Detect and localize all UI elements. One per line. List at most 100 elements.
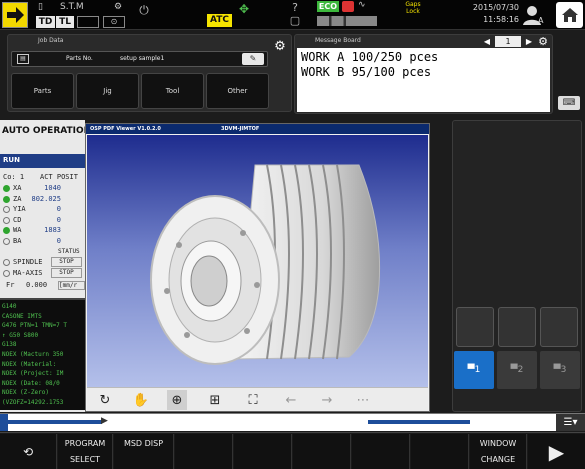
job-settings-button[interactable]: ⚙: [272, 40, 288, 54]
window-tab-1[interactable]: ▀1: [454, 351, 494, 389]
coordinate-label: Co: 1: [3, 173, 25, 181]
timeline-play-icon: ▶: [101, 416, 108, 426]
program-line: NOEX (Z-Zero): [2, 389, 49, 397]
other-button-label: Other: [227, 87, 248, 95]
rotate-icon: ↻: [99, 392, 111, 408]
parts-no-row: ▤ Parts No. setup sample1 ✎: [11, 51, 268, 67]
axis-indicator-icon: [3, 227, 10, 234]
zoom-button[interactable]: ⊕: [167, 390, 187, 410]
pdf-viewer-titlebar[interactable]: OSP PDF Viewer V1.0.2.0 3DVM-JIMTOF: [86, 124, 429, 134]
more-button[interactable]: ⋯: [353, 390, 373, 410]
window-change-softkey[interactable]: WINDOW CHANGE: [470, 434, 527, 469]
window-3-icon: ▀: [553, 365, 561, 375]
pdf-3d-view[interactable]: [87, 135, 428, 387]
back-icon: ⟲: [22, 444, 34, 459]
right-side-panel: ▀1 ▀2 ▀3: [452, 120, 582, 412]
program-line: G140: [2, 303, 17, 310]
tool-button[interactable]: Tool: [141, 73, 204, 109]
user-level: A: [538, 16, 544, 25]
hand-icon: ✋: [132, 392, 150, 408]
tool-button-label: Tool: [165, 87, 180, 95]
parts-no-value: setup sample1: [120, 55, 165, 62]
axis-indicator-icon: [3, 216, 10, 224]
axis-name: YIA: [13, 205, 26, 213]
wave-icon: ∿: [358, 0, 366, 10]
eco-stop-icon: [342, 1, 354, 12]
timeline-strip[interactable]: ▶ ☰▾: [0, 413, 585, 431]
pdf-toolbar: ↻ ✋ ⊕ ⊞ ⛶ ← → ⋯: [87, 387, 428, 411]
message-text-area[interactable]: WORK A 100/250 pces WORK B 95/100 pces: [297, 48, 550, 112]
prev-view-button[interactable]: ←: [281, 390, 301, 410]
axis-name: BA: [13, 236, 22, 245]
message-next-button[interactable]: ▶: [523, 37, 535, 47]
softkey-6[interactable]: [293, 434, 351, 469]
window-change-line2: CHANGE: [480, 454, 516, 464]
axis-value: 1040: [44, 184, 61, 192]
axis-row: BA 0: [3, 237, 83, 247]
message-prev-button[interactable]: ◀: [481, 37, 493, 47]
window-tab-3[interactable]: ▀3: [540, 351, 580, 389]
axis-list: XA 1040 ZA 802.025 YIA 0 CD 0 WA 1883 BA 0: [0, 184, 85, 246]
feedrate-value: 0.000: [26, 281, 48, 289]
side-slot-2[interactable]: [498, 307, 536, 347]
softkey-back[interactable]: ⟲: [0, 434, 57, 469]
axis-indicator-icon: [3, 206, 10, 213]
feedrate-label: Fr: [6, 281, 15, 289]
rotate-button[interactable]: ↻: [95, 390, 115, 410]
menu-icon: ☰▾: [563, 417, 578, 428]
td-badge: TD: [36, 16, 55, 28]
atc-badge: ATC: [207, 14, 232, 27]
window-tab-2[interactable]: ▀2: [497, 351, 537, 389]
softkey-8[interactable]: [411, 434, 469, 469]
message-settings-button[interactable]: ⚙: [536, 36, 550, 48]
jig-button-label: Jig: [103, 87, 112, 95]
user-button[interactable]: A: [522, 3, 546, 27]
msd-disp-softkey[interactable]: MSD DISP: [114, 434, 174, 469]
message-line-1: WORK A 100/250 pces: [301, 50, 439, 64]
program-line: (VZOFZ=14292.1753: [2, 398, 64, 406]
softkey-5[interactable]: [234, 434, 292, 469]
program-line: ↑ G50 S800: [2, 331, 39, 339]
softkey-4[interactable]: [175, 434, 233, 469]
program-select-line2: SELECT: [69, 454, 101, 464]
pan-button[interactable]: ✋: [131, 390, 151, 410]
other-button[interactable]: Other: [206, 73, 269, 109]
program-listing[interactable]: G140 CASONE IMTS G476 PTN=1 TMN=7 T ↑ G50 S…: [0, 298, 85, 410]
window-tab-1-label: 1: [474, 365, 481, 375]
mode-arrow-button[interactable]: [2, 2, 28, 28]
side-slot-1[interactable]: [456, 307, 494, 347]
power-icon: ⏻: [139, 3, 149, 17]
keyboard-button[interactable]: ⌨: [558, 96, 580, 110]
spindle-indicator: [3, 259, 10, 266]
pdf-viewer-window[interactable]: OSP PDF Viewer V1.0.2.0 3DVM-JIMTOF ↻ ✋ …: [85, 123, 430, 412]
axis-value: 0: [56, 205, 61, 213]
axis-name: XA: [13, 184, 22, 192]
side-slot-3[interactable]: [540, 307, 578, 347]
gear-icon: ⚙: [274, 39, 286, 54]
program-select-softkey[interactable]: PROGRAM SELECT: [58, 434, 113, 469]
zoom-region-button[interactable]: ⊞: [205, 390, 225, 410]
axis-row: YIA 0: [3, 205, 83, 215]
parts-button[interactable]: Parts: [11, 73, 74, 109]
run-status-bar: RUN: [0, 154, 85, 168]
pdf-document-title: 3DVM-JIMTOF: [221, 126, 260, 132]
program-line: NOEX (Macturn 350: [2, 350, 64, 358]
next-softkey-page[interactable]: ▶: [528, 434, 585, 469]
home-button[interactable]: [556, 2, 583, 28]
softkey-menu-button[interactable]: ☰▾: [556, 414, 585, 431]
program-lines: G140 CASONE IMTS G476 PTN=1 TMN=7 T ↑ G50 S…: [2, 302, 85, 408]
status-icon-row-top: ▯ S.T.M ⚙: [34, 2, 124, 14]
gear-icon: ⚙: [538, 35, 548, 48]
timeline-segment-2: [368, 420, 470, 424]
fit-view-button[interactable]: ⛶: [243, 390, 263, 410]
edit-parts-button[interactable]: ✎: [242, 53, 264, 65]
message-board-panel: Message Board ◀ 1 ▶ ⚙ WORK A 100/250 pce…: [294, 34, 553, 114]
job-data-panel: Job Data ⚙ ▤ Parts No. setup sample1 ✎ P…: [7, 34, 292, 112]
status-bar: ▯ S.T.M ⚙ TD TL ⊙ ⏻ ATC ✥ ? ▢ ECO ∿ Gaps …: [0, 0, 585, 30]
message-line-2: WORK B 95/100 pces: [301, 65, 432, 79]
next-view-button[interactable]: →: [317, 390, 337, 410]
zoom-region-icon: ⊞: [209, 392, 221, 408]
spindle-row: SPINDLE STOP: [3, 257, 83, 268]
softkey-7[interactable]: [352, 434, 410, 469]
jig-button[interactable]: Jig: [76, 73, 139, 109]
